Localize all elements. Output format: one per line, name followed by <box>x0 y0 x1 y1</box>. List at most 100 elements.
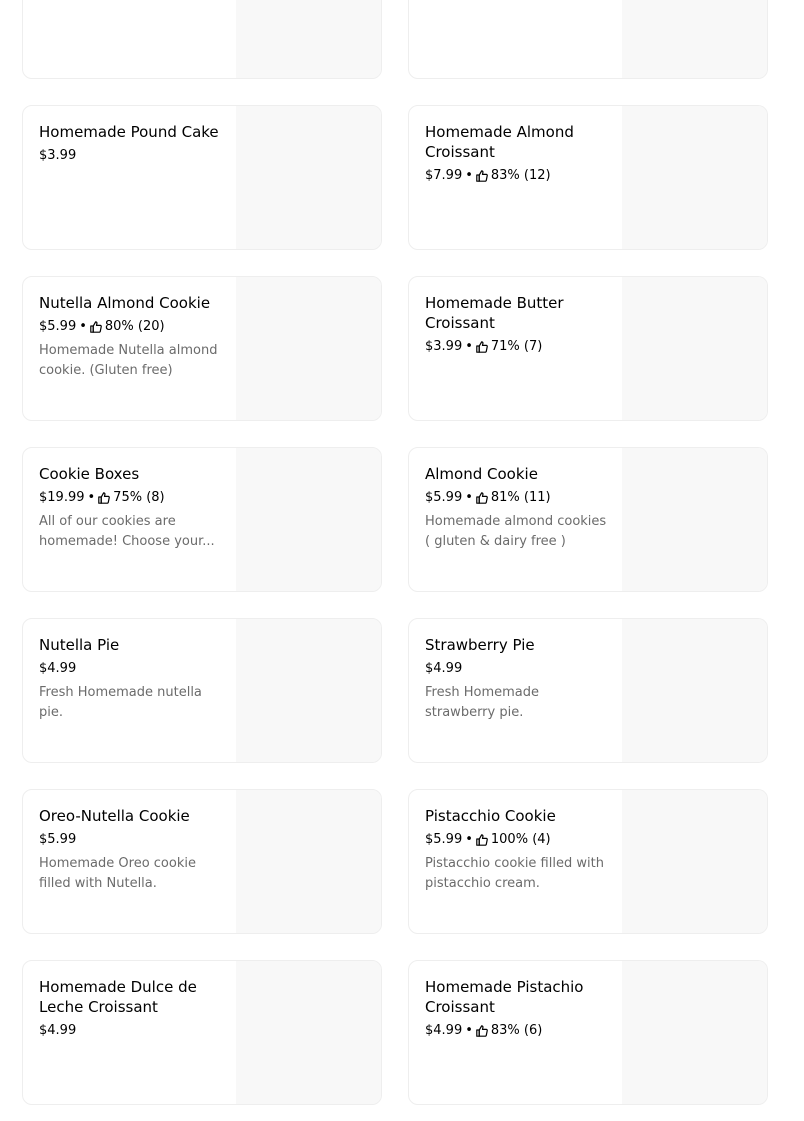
menu-item-name: Homemade Butter Croissant <box>425 294 564 332</box>
menu-item-info: Cookie Boxes $19.99 • 75% (8) All of our coo… <box>39 464 227 552</box>
menu-item-info: Homemade Pound Cake $3.99 <box>39 122 227 166</box>
thumbs-up-icon <box>476 492 488 504</box>
menu-item-price: $4.99 <box>39 661 77 676</box>
menu-item-rating: 71% (7) <box>490 339 543 354</box>
menu-item-card-almond-cookie[interactable]: Almond Cookie $5.99 • 81% (11) Homemade almo… <box>408 447 768 592</box>
menu-item-info: Nutella Pie $4.99 Fresh Homemade nutella p… <box>39 635 227 723</box>
menu-item-image[interactable] <box>622 277 767 420</box>
menu-item-card-homemade-pistachio-croissant[interactable]: Homemade Pistachio Croissant $4.99 • 83% (6… <box>408 960 768 1105</box>
menu-item-info: Almond Cookie $5.99 • 81% (11) Homemade almo… <box>425 464 613 552</box>
menu-item-meta: $4.99 <box>39 659 227 679</box>
menu-item-card-homemade-pound-cake[interactable]: Homemade Pound Cake $3.99 <box>22 105 382 250</box>
menu-item-info: Oreo-Nutella Cookie $5.99 Homemade Oreo co… <box>39 806 227 894</box>
menu-item-rating: 80% (20) <box>104 319 165 334</box>
menu-item-image[interactable] <box>236 106 381 249</box>
menu-item-image[interactable] <box>236 277 381 420</box>
menu-item-image[interactable] <box>622 619 767 762</box>
menu-item-info: Pistacchio Cookie $5.99 • 100% (4) Pistacchi… <box>425 806 613 894</box>
thumbs-up-icon <box>476 1025 488 1037</box>
menu-item-image[interactable] <box>236 790 381 933</box>
menu-item-image[interactable] <box>622 106 767 249</box>
menu-item-card-cookie-boxes[interactable]: Cookie Boxes $19.99 • 75% (8) All of our coo… <box>22 447 382 592</box>
menu-item-info: Nutella Almond Cookie $5.99 • 80% (20) Homem… <box>39 293 227 381</box>
separator-dot: • <box>87 490 96 505</box>
menu-item-card-homemade-almond-croissant[interactable]: Homemade Almond Croissant $7.99 • 83% (12) <box>408 105 768 250</box>
menu-item-grid: Homemade Pound Cake $3.99 Homemade Almond … <box>0 0 804 1121</box>
menu-item-description: Fresh Homemade nutella pie. <box>39 685 202 720</box>
menu-item-meta: $5.99 • 100% (4) <box>425 830 613 850</box>
menu-item-card-nutella-pie[interactable]: Nutella Pie $4.99 Fresh Homemade nutella p… <box>22 618 382 763</box>
menu-item-info: Homemade Dulce de Leche Croissant $4.99 <box>39 977 227 1041</box>
thumbs-up-icon <box>90 321 102 333</box>
menu-item-description: All of our cookies are homemade! Choose … <box>39 514 215 549</box>
menu-item-info: Homemade Pistachio Croissant $4.99 • 83% (6… <box>425 977 613 1041</box>
menu-item-rating: 83% (12) <box>490 168 551 183</box>
menu-item-name: Almond Cookie <box>425 465 538 483</box>
menu-item-description: Homemade almond cookies ( gluten & dairy… <box>425 514 607 549</box>
menu-item-info: Homemade Butter Croissant $3.99 • 71% (7) <box>425 293 613 357</box>
menu-item-price: $5.99 <box>39 319 77 334</box>
menu-item-description: Fresh Homemade strawberry pie. <box>425 685 540 720</box>
menu-item-rating: 83% (6) <box>490 1023 543 1038</box>
menu-item-card[interactable] <box>408 0 768 79</box>
menu-item-meta: $3.99 • 71% (7) <box>425 337 613 357</box>
separator-dot: • <box>465 490 473 505</box>
menu-item-name: Homemade Almond Croissant <box>425 123 574 161</box>
menu-item-price: $5.99 <box>39 832 77 847</box>
menu-item-meta: $5.99 • 81% (11) <box>425 488 613 508</box>
thumbs-up-icon <box>98 492 111 504</box>
separator-dot: • <box>79 319 87 334</box>
menu-item-image[interactable] <box>622 448 767 591</box>
menu-item-meta: $3.99 <box>39 146 227 166</box>
menu-item-card-pistacchio-cookie[interactable]: Pistacchio Cookie $5.99 • 100% (4) Pistacchi… <box>408 789 768 934</box>
menu-item-card-oreo-nutella-cookie[interactable]: Oreo-Nutella Cookie $5.99 Homemade Oreo co… <box>22 789 382 934</box>
separator-dot: • <box>465 339 473 354</box>
menu-item-image[interactable] <box>622 790 767 933</box>
menu-item-name: Oreo-Nutella Cookie <box>39 807 190 825</box>
menu-item-description: Homemade Oreo cookie filled with Nutella… <box>39 856 196 891</box>
menu-item-image[interactable] <box>622 961 767 1104</box>
menu-item-name: Homemade Pistachio Croissant <box>425 978 584 1016</box>
menu-item-info: Strawberry Pie $4.99 Fresh Homemade strawb… <box>425 635 613 723</box>
menu-item-price: $4.99 <box>425 1023 463 1038</box>
menu-item-price: $4.99 <box>425 661 463 676</box>
menu-item-card[interactable] <box>22 0 382 79</box>
menu-item-image[interactable] <box>236 961 381 1104</box>
menu-item-image[interactable] <box>622 0 767 78</box>
menu-item-card-homemade-butter-croissant[interactable]: Homemade Butter Croissant $3.99 • 71% (7) <box>408 276 768 421</box>
menu-item-name: Strawberry Pie <box>425 636 535 654</box>
separator-dot: • <box>465 1023 473 1038</box>
menu-item-rating: 75% (8) <box>113 490 165 505</box>
menu-item-price: $3.99 <box>39 148 77 163</box>
menu-item-meta: $5.99 <box>39 830 227 850</box>
menu-item-meta: $5.99 • 80% (20) <box>39 317 227 337</box>
menu-item-meta: $19.99 • 75% (8) <box>39 488 227 508</box>
menu-item-meta: $4.99 <box>39 1021 227 1041</box>
menu-item-name: Homemade Dulce de Leche Croissant <box>39 978 197 1016</box>
menu-item-name: Pistacchio Cookie <box>425 807 556 825</box>
menu-item-rating: 100% (4) <box>490 832 551 847</box>
menu-item-rating: 81% (11) <box>490 490 551 505</box>
menu-item-image[interactable] <box>236 448 381 591</box>
menu-item-price: $7.99 <box>425 168 463 183</box>
thumbs-up-icon <box>476 341 488 353</box>
menu-item-card-homemade-dulce-de-leche-croissant[interactable]: Homemade Dulce de Leche Croissant $4.99 <box>22 960 382 1105</box>
menu-item-image[interactable] <box>236 619 381 762</box>
menu-item-meta: $7.99 • 83% (12) <box>425 166 613 186</box>
menu-item-name: Cookie Boxes <box>39 465 140 483</box>
menu-item-card-nutella-almond-cookie[interactable]: Nutella Almond Cookie $5.99 • 80% (20) Homem… <box>22 276 382 421</box>
thumbs-up-icon <box>476 170 488 182</box>
menu-item-meta: $4.99 • 83% (6) <box>425 1021 613 1041</box>
menu-item-card-strawberry-pie[interactable]: Strawberry Pie $4.99 Fresh Homemade strawb… <box>408 618 768 763</box>
menu-item-price: $19.99 <box>39 490 85 505</box>
menu-item-meta: $4.99 <box>425 659 613 679</box>
menu-item-price: $5.99 <box>425 490 463 505</box>
menu-item-image[interactable] <box>236 0 381 78</box>
menu-item-description: Pistacchio cookie filled with pistacchio… <box>425 856 604 891</box>
menu-item-price: $4.99 <box>39 1023 77 1038</box>
menu-item-name: Nutella Almond Cookie <box>39 294 211 312</box>
menu-item-name: Homemade Pound Cake <box>39 123 219 141</box>
menu-item-description: Homemade Nutella almond cookie. (Gluten … <box>39 343 218 378</box>
separator-dot: • <box>465 168 473 183</box>
separator-dot: • <box>465 832 473 847</box>
